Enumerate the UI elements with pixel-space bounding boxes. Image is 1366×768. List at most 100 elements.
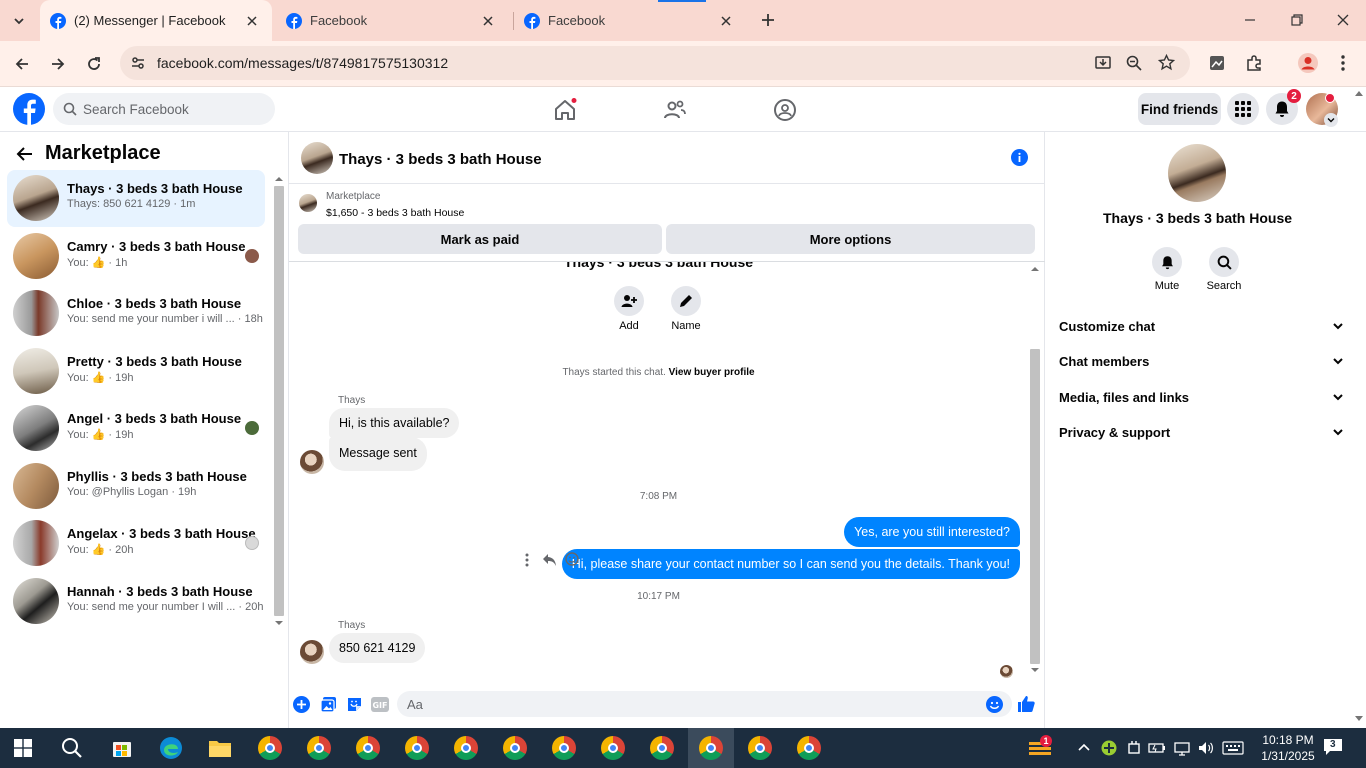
- taskbar-file-explorer-app[interactable]: [197, 728, 243, 768]
- restore-window-button[interactable]: [1283, 8, 1311, 32]
- reply-icon[interactable]: [542, 553, 557, 567]
- close-tab-icon[interactable]: [480, 13, 496, 29]
- tray-app-icon[interactable]: [1101, 740, 1117, 756]
- reload-button[interactable]: [82, 52, 106, 76]
- conversation-item[interactable]: Hannah · 3 beds 3 bath House You: send m…: [7, 573, 265, 630]
- taskbar-chrome-app[interactable]: [541, 728, 587, 768]
- taskbar-chrome-app[interactable]: [786, 728, 832, 768]
- info-icon[interactable]: [1011, 149, 1028, 166]
- browser-tab-facebook-1[interactable]: Facebook: [276, 0, 508, 41]
- mark-as-paid-button[interactable]: Mark as paid: [298, 224, 662, 254]
- taskbar-edge-app[interactable]: [148, 728, 194, 768]
- outgoing-message[interactable]: Yes, are you still interested?: [844, 517, 1020, 547]
- message-thread-scrollbar[interactable]: [1028, 264, 1042, 676]
- conversation-item[interactable]: Thays · 3 beds 3 bath House Thays: 850 6…: [7, 170, 265, 227]
- add-people-button[interactable]: [614, 286, 644, 316]
- battery-icon[interactable]: [1148, 741, 1166, 755]
- page-scroll-down-arrow[interactable]: [1354, 715, 1364, 723]
- extensions-puzzle-icon[interactable]: [1245, 54, 1263, 72]
- forward-button[interactable]: [46, 52, 70, 76]
- contact-avatar[interactable]: [1168, 144, 1226, 202]
- extension-icon[interactable]: [1208, 54, 1226, 72]
- outgoing-message[interactable]: Hi, please share your contact number so …: [561, 549, 1020, 579]
- menu-grid-button[interactable]: [1227, 93, 1259, 125]
- clock[interactable]: 10:18 PM 1/31/2025: [1256, 732, 1320, 764]
- conversation-item[interactable]: Phyllis · 3 beds 3 bath House You: @Phyl…: [7, 458, 265, 515]
- taskbar-chrome-app[interactable]: [443, 728, 489, 768]
- search-in-chat-button[interactable]: [1209, 247, 1239, 277]
- conversation-item[interactable]: Angel · 3 beds 3 bath House You: 👍 · 19h: [7, 400, 265, 457]
- chat-title[interactable]: Thays · 3 beds 3 bath House: [339, 151, 542, 168]
- friends-nav-icon[interactable]: [663, 98, 687, 122]
- browser-tab-facebook-2[interactable]: Facebook: [514, 0, 746, 41]
- privacy-support-section[interactable]: Privacy & support: [1059, 417, 1344, 447]
- chat-header-avatar[interactable]: [301, 142, 333, 174]
- start-button[interactable]: [0, 728, 46, 768]
- mute-button[interactable]: [1152, 247, 1182, 277]
- volume-icon[interactable]: [1197, 740, 1215, 756]
- plus-circle-icon[interactable]: [293, 696, 310, 713]
- taskbar-store-app[interactable]: [99, 728, 145, 768]
- taskbar-chrome-app[interactable]: [247, 728, 293, 768]
- incoming-message[interactable]: Message sent: [329, 437, 427, 471]
- conversation-item[interactable]: Chloe · 3 beds 3 bath House You: send me…: [7, 285, 265, 342]
- taskbar-chrome-app[interactable]: [492, 728, 538, 768]
- show-hidden-icons-chevron[interactable]: [1077, 742, 1091, 752]
- incoming-message[interactable]: 850 621 4129: [329, 633, 426, 663]
- facebook-logo[interactable]: [13, 93, 45, 125]
- sender-avatar[interactable]: [300, 640, 324, 664]
- page-scroll-up-arrow[interactable]: [1354, 89, 1364, 97]
- listing-description[interactable]: $1,650 - 3 beds 3 bath House: [326, 207, 464, 219]
- taskbar-chrome-app[interactable]: [296, 728, 342, 768]
- find-friends-button[interactable]: Find friends: [1138, 93, 1221, 125]
- sender-avatar[interactable]: [300, 450, 324, 474]
- zoom-icon[interactable]: [1126, 55, 1142, 71]
- minimize-window-button[interactable]: [1236, 8, 1264, 32]
- conversation-list-scrollbar[interactable]: [272, 174, 286, 628]
- taskbar-chrome-app[interactable]: [394, 728, 440, 768]
- react-emoji-icon[interactable]: [565, 552, 579, 566]
- taskbar-search-button[interactable]: [49, 728, 95, 768]
- more-options-button[interactable]: More options: [666, 224, 1035, 254]
- taskbar-chrome-app-active[interactable]: [688, 728, 734, 768]
- close-tab-icon[interactable]: [718, 13, 734, 29]
- taskbar-chrome-app[interactable]: [345, 728, 391, 768]
- bookmark-star-icon[interactable]: [1158, 54, 1175, 71]
- view-buyer-profile-link[interactable]: View buyer profile: [669, 367, 755, 378]
- incoming-message[interactable]: Hi, is this available?: [329, 408, 460, 438]
- sticker-icon[interactable]: [346, 696, 363, 713]
- taskbar-chrome-app[interactable]: [590, 728, 636, 768]
- install-app-icon[interactable]: [1094, 54, 1112, 72]
- new-tab-button[interactable]: [757, 9, 779, 31]
- tab-search-button[interactable]: [8, 10, 30, 32]
- account-chevron-icon[interactable]: [1324, 113, 1338, 127]
- site-info-icon[interactable]: [130, 55, 146, 71]
- conversation-item[interactable]: Pretty · 3 beds 3 bath House You: 👍 · 19…: [7, 343, 265, 400]
- close-tab-icon[interactable]: [244, 13, 260, 29]
- listing-thumbnail[interactable]: [299, 194, 317, 212]
- address-bar[interactable]: facebook.com/messages/t/8749817575130312: [120, 46, 1190, 80]
- keyboard-layout-icon[interactable]: [1222, 741, 1244, 755]
- tray-meet-now-icon[interactable]: [1126, 740, 1142, 756]
- more-actions-icon[interactable]: [525, 553, 529, 567]
- gif-icon[interactable]: GIF: [371, 697, 389, 712]
- name-chat-button[interactable]: [671, 286, 701, 316]
- emoji-icon[interactable]: [986, 696, 1003, 713]
- media-files-links-section[interactable]: Media, files and links: [1059, 382, 1344, 412]
- like-thumbs-up-icon[interactable]: [1017, 694, 1036, 713]
- taskbar-chrome-app[interactable]: [639, 728, 685, 768]
- browser-menu-icon[interactable]: [1336, 54, 1350, 72]
- back-arrow-icon[interactable]: [16, 146, 34, 162]
- notification-center-button[interactable]: 3: [1323, 738, 1345, 758]
- taskbar-chrome-app[interactable]: [737, 728, 783, 768]
- back-button[interactable]: [10, 52, 34, 76]
- chat-members-section[interactable]: Chat members: [1059, 346, 1344, 376]
- home-nav-icon[interactable]: [553, 98, 577, 122]
- profile-avatar-icon[interactable]: [1297, 52, 1319, 74]
- attach-photo-icon[interactable]: [320, 696, 337, 713]
- conversation-item[interactable]: Camry · 3 beds 3 bath House You: 👍 · 1h: [7, 228, 265, 285]
- facebook-search-input[interactable]: Search Facebook: [53, 93, 275, 125]
- network-icon[interactable]: [1173, 740, 1191, 756]
- browser-tab-messenger[interactable]: (2) Messenger | Facebook: [40, 0, 272, 41]
- message-input[interactable]: Aa: [397, 691, 1012, 717]
